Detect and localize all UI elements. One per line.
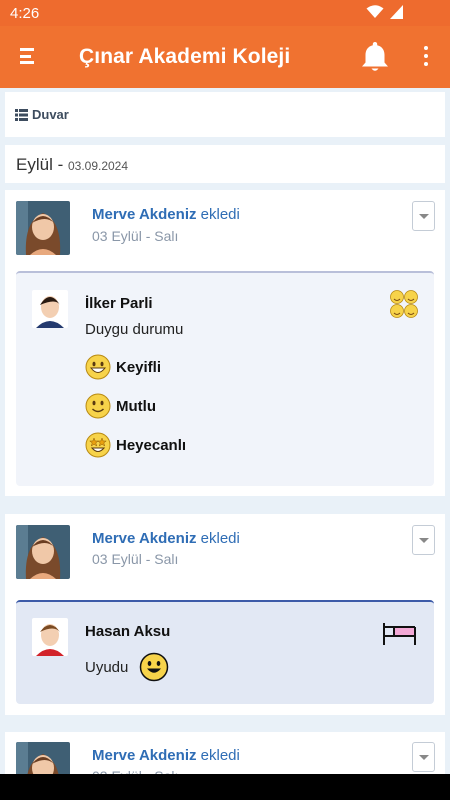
status-time: 4:26 (10, 5, 40, 22)
status-bar: 4:26 (0, 0, 450, 26)
post-card: Merve Akdeniz ekledi 03 Eylül - Salı (5, 732, 445, 796)
star-struck-emoji-icon (85, 432, 111, 458)
navigation-bar (0, 774, 450, 800)
mood-item-label: Keyifli (116, 358, 162, 376)
mood-item-label: Heyecanlı (116, 436, 187, 454)
post-card: Merve Akdeniz ekledi 03 Eylül - Salı İlk… (5, 190, 445, 496)
date-month: Eylül (16, 155, 53, 174)
mood-item: Heyecanlı (85, 431, 186, 459)
bed-icon (383, 623, 416, 645)
teacher-avatar (16, 525, 70, 579)
child-photo (32, 290, 68, 328)
date-value: 03.09.2024 (67, 159, 129, 173)
post-verb: ekledi (196, 206, 240, 223)
post-dropdown-button[interactable] (412, 201, 435, 231)
mood-item: Mutlu (85, 392, 156, 420)
menu-icon[interactable] (20, 48, 34, 64)
child-photo (32, 618, 68, 656)
post-card: Merve Akdeniz ekledi 03 Eylül - Salı Has… (5, 514, 445, 715)
list-icon (15, 108, 28, 121)
mood-card: İlker Parli Duygu durumu Keyifli Mutlu H… (16, 271, 434, 486)
smile-emoji-icon (85, 393, 111, 419)
more-options-icon[interactable] (418, 46, 434, 70)
smile-emoji-icon (140, 652, 169, 682)
child-name[interactable]: Hasan Aksu (85, 623, 170, 640)
sleep-status: Uyudu (85, 652, 169, 682)
post-date: 03 Eylül - Salı (92, 551, 179, 567)
app-bar: Çınar Akademi Koleji (0, 26, 450, 88)
mood-item: Keyifli (85, 353, 161, 381)
sleep-label: Uyudu (85, 658, 129, 676)
post-date: 03 Eylül - Salı (92, 228, 179, 244)
notification-bell-icon[interactable] (359, 40, 391, 74)
post-author[interactable]: Merve Akdeniz (92, 206, 196, 223)
wifi-icon (366, 5, 384, 18)
status-icons (366, 5, 404, 19)
grin-emoji-icon (85, 354, 111, 380)
wall-label: Duvar (32, 107, 69, 122)
mood-label: Duygu durumu (85, 321, 184, 338)
teacher-avatar (16, 201, 70, 255)
sleep-card: Hasan Aksu Uyudu (16, 600, 434, 704)
child-name[interactable]: İlker Parli (85, 295, 153, 312)
post-verb: ekledi (196, 530, 240, 547)
wall-header: Duvar (5, 92, 445, 137)
mood-item-label: Mutlu (116, 397, 156, 415)
post-author[interactable]: Merve Akdeniz (92, 747, 196, 764)
emoji-group-icon (390, 290, 418, 318)
date-header: Eylül - 03.09.2024 (5, 145, 445, 183)
post-dropdown-button[interactable] (412, 742, 435, 772)
post-dropdown-button[interactable] (412, 525, 435, 555)
app-title: Çınar Akademi Koleji (79, 45, 291, 68)
post-author[interactable]: Merve Akdeniz (92, 530, 196, 547)
post-verb: ekledi (196, 747, 240, 764)
signal-icon (390, 5, 403, 19)
date-separator: - (52, 155, 68, 174)
